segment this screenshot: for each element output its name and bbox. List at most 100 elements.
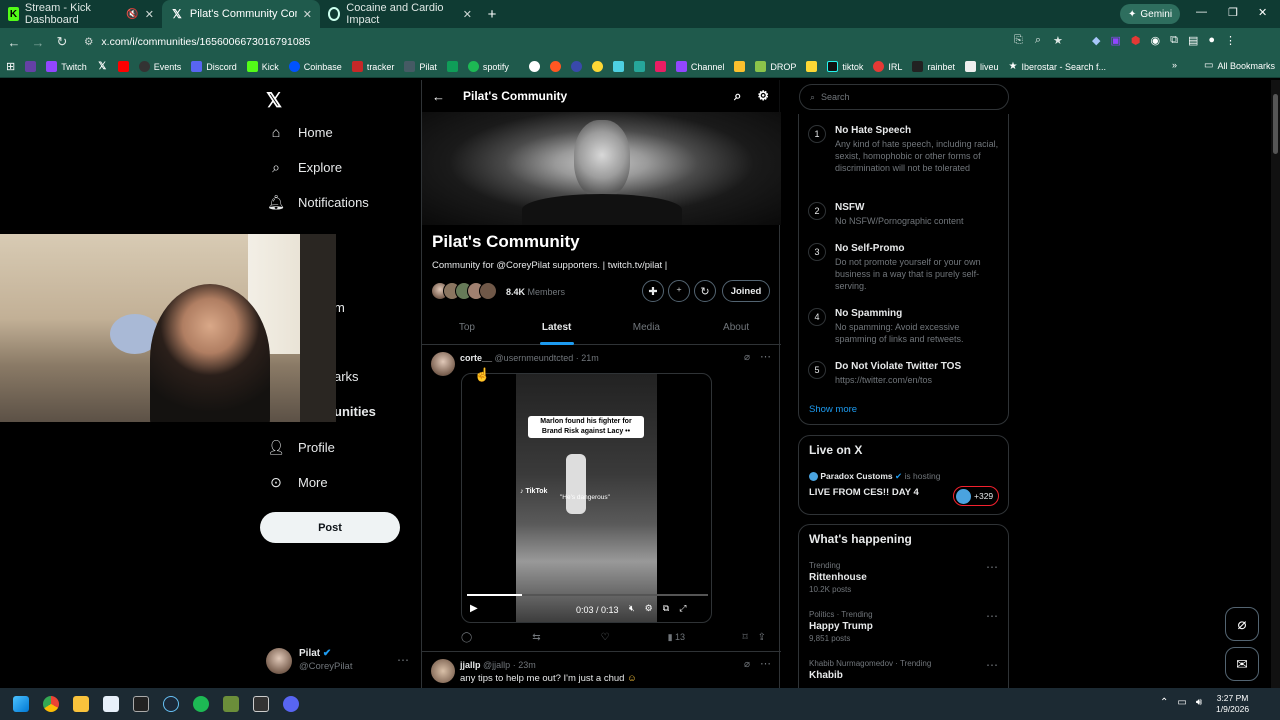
bookmark-icon[interactable]: ⌑ bbox=[742, 632, 747, 643]
live-listeners[interactable]: +329 bbox=[953, 486, 999, 506]
search-box[interactable]: ⌕ Search bbox=[799, 84, 1009, 110]
member-avatars[interactable] bbox=[431, 282, 497, 300]
bookmark-icon[interactable] bbox=[654, 61, 666, 72]
taskbar-minecraft[interactable] bbox=[216, 688, 246, 720]
bookmark-pilat[interactable]: Pilat bbox=[404, 61, 437, 72]
members-count[interactable]: 8.4K Members bbox=[506, 287, 565, 297]
gemini-button[interactable]: ✦ Gemini bbox=[1120, 4, 1181, 24]
apps-grid-icon[interactable]: ⊞ bbox=[6, 60, 15, 73]
post-avatar[interactable] bbox=[431, 352, 455, 376]
pin-button[interactable]: ✚ bbox=[642, 280, 664, 302]
taskbar-chrome[interactable] bbox=[36, 688, 66, 720]
taskbar-app[interactable] bbox=[246, 688, 276, 720]
post-more-icon[interactable]: ⋯ bbox=[760, 657, 771, 670]
joined-button[interactable]: Joined bbox=[722, 280, 770, 302]
more-bookmarks-icon[interactable]: » bbox=[1172, 60, 1177, 70]
tab-cocaine-cardio[interactable]: Cocaine and Cardio Impact ✕ bbox=[320, 0, 480, 28]
bookmark-youtube[interactable] bbox=[117, 61, 129, 72]
bookmark-tiktok[interactable]: tiktok bbox=[827, 61, 863, 72]
bookmark-rainbet[interactable]: rainbet bbox=[912, 61, 955, 72]
scrollbar-thumb[interactable] bbox=[1273, 94, 1278, 154]
trend-item[interactable]: Trending Rittenhouse 10.2K posts bbox=[809, 560, 867, 596]
bookmark-tracker[interactable]: tracker bbox=[351, 61, 394, 72]
mute-icon[interactable]: 🔇︎ bbox=[629, 603, 635, 614]
bookmark-icon[interactable] bbox=[528, 61, 540, 72]
nav-communities[interactable]: unities bbox=[334, 404, 376, 419]
tab-media[interactable]: Media bbox=[602, 312, 692, 344]
page-scrollbar[interactable] bbox=[1271, 80, 1280, 688]
bookmark-icon[interactable] bbox=[612, 61, 624, 72]
post-video[interactable]: Marlon found his fighter for Brand Risk … bbox=[461, 373, 712, 623]
close-tab-icon[interactable]: ✕ bbox=[145, 8, 154, 21]
pip-icon[interactable]: ⧉ bbox=[663, 603, 669, 614]
post-jjallp[interactable]: jjallp @jjallp · 23m ⌀ ⋯ any tips to hel… bbox=[422, 653, 781, 688]
reload-button[interactable]: ↻ bbox=[50, 34, 74, 50]
fullscreen-icon[interactable]: ⤢ bbox=[679, 603, 686, 614]
bookmark-twitch[interactable]: Twitch bbox=[46, 61, 87, 72]
back-button[interactable]: ← bbox=[2, 35, 26, 50]
settings-icon[interactable]: ⚙ bbox=[645, 603, 653, 614]
bookmark-icon[interactable] bbox=[549, 61, 561, 72]
post-button[interactable]: Post bbox=[260, 512, 400, 543]
all-bookmarks-folder[interactable]: ▭ All Bookmarks bbox=[1204, 60, 1275, 71]
tab-about[interactable]: About bbox=[691, 312, 781, 344]
bookmark-kick[interactable]: Kick bbox=[246, 61, 279, 72]
post-author[interactable]: corte__ bbox=[460, 353, 492, 363]
tab-latest[interactable]: Latest bbox=[512, 312, 602, 345]
url-field[interactable]: ⚙ x.com/i/communities/165600667301679108… bbox=[84, 31, 1014, 53]
trend-item[interactable]: Politics · Trending Happy Trump 9,851 post… bbox=[809, 609, 873, 645]
menu-kebab-icon[interactable]: ⋮ bbox=[1225, 34, 1236, 47]
extension-icon[interactable]: ◉ bbox=[1150, 34, 1160, 47]
profile-avatar-icon[interactable]: ● bbox=[1208, 34, 1215, 47]
video-progress-track[interactable] bbox=[467, 594, 708, 596]
taskbar-epic[interactable] bbox=[126, 688, 156, 720]
live-host[interactable]: Paradox Customs ✔ is hosting bbox=[809, 471, 940, 482]
grok-icon[interactable]: ⌀ bbox=[744, 352, 750, 363]
start-button[interactable] bbox=[6, 688, 36, 720]
bookmark-x[interactable]: 𝕏 bbox=[97, 61, 108, 72]
bookmark-spotify[interactable]: spotify bbox=[467, 61, 509, 72]
extensions-puzzle-icon[interactable]: ⧉ bbox=[1170, 34, 1178, 47]
taskbar-explorer[interactable] bbox=[66, 688, 96, 720]
rule-item[interactable]: Do Not Violate Twitter TOS https://twitte… bbox=[835, 361, 1000, 386]
rule-item[interactable]: No Self-Promo Do not promote yourself or … bbox=[835, 243, 1000, 292]
forward-button[interactable]: → bbox=[26, 35, 50, 50]
bookmark-events[interactable]: Events bbox=[138, 61, 181, 72]
close-tab-icon[interactable]: ✕ bbox=[463, 8, 472, 21]
nav-home[interactable]: ⌂ Home bbox=[268, 124, 333, 140]
nav-more[interactable]: ⊙ More bbox=[268, 474, 328, 490]
rule-item[interactable]: No Spamming No spamming: Avoid excessive … bbox=[835, 308, 1000, 345]
post-author[interactable]: jjallp bbox=[460, 660, 481, 670]
bookmark-channel[interactable]: Channel bbox=[675, 61, 724, 72]
volume-icon[interactable]: 🔊︎ bbox=[1196, 697, 1202, 708]
extension-icon[interactable]: ◆ bbox=[1092, 34, 1100, 47]
restore-button[interactable]: ❐ bbox=[1228, 6, 1238, 19]
bookmark-discord[interactable]: Discord bbox=[191, 61, 237, 72]
back-arrow-icon[interactable]: ← bbox=[432, 89, 445, 104]
nav-bookmarks[interactable]: arks bbox=[334, 369, 359, 384]
bookmark-liveu[interactable]: liveu bbox=[964, 61, 998, 72]
taskbar-steam[interactable] bbox=[156, 688, 186, 720]
repost-icon[interactable]: ⇆ bbox=[532, 632, 540, 643]
account-avatar[interactable] bbox=[266, 648, 292, 674]
adblock-icon[interactable]: ⬢ bbox=[1131, 34, 1141, 47]
tab-pilat-community[interactable]: 𝕏 Pilat's Community Community ✕ bbox=[162, 0, 320, 28]
bookmark-icon[interactable] bbox=[806, 61, 818, 72]
like-icon[interactable]: ♡ bbox=[601, 632, 610, 643]
bookmark-coinbase[interactable]: Coinbase bbox=[288, 61, 342, 72]
close-window-button[interactable]: ✕ bbox=[1258, 6, 1267, 19]
network-icon[interactable]: ▭ bbox=[1177, 697, 1186, 708]
taskbar-spotify[interactable] bbox=[186, 688, 216, 720]
messages-button[interactable]: ✉ bbox=[1225, 647, 1259, 681]
bookmark-star-icon[interactable]: ★ bbox=[1053, 34, 1063, 47]
grok-icon[interactable]: ⌀ bbox=[744, 659, 750, 670]
bookmark-sheets[interactable] bbox=[446, 61, 458, 72]
search-icon[interactable]: ⌕ bbox=[734, 88, 741, 104]
nav-notifications[interactable]: 🔔︎ Notifications bbox=[267, 194, 369, 210]
sidepanel-icon[interactable]: ▤ bbox=[1188, 34, 1198, 47]
post-time[interactable]: · 23m bbox=[513, 660, 536, 670]
taskbar-app[interactable] bbox=[96, 688, 126, 720]
post-more-icon[interactable]: ⋯ bbox=[760, 350, 771, 363]
account-menu-icon[interactable]: ⋯ bbox=[397, 653, 409, 667]
install-icon[interactable]: ⎘ bbox=[1014, 34, 1023, 47]
